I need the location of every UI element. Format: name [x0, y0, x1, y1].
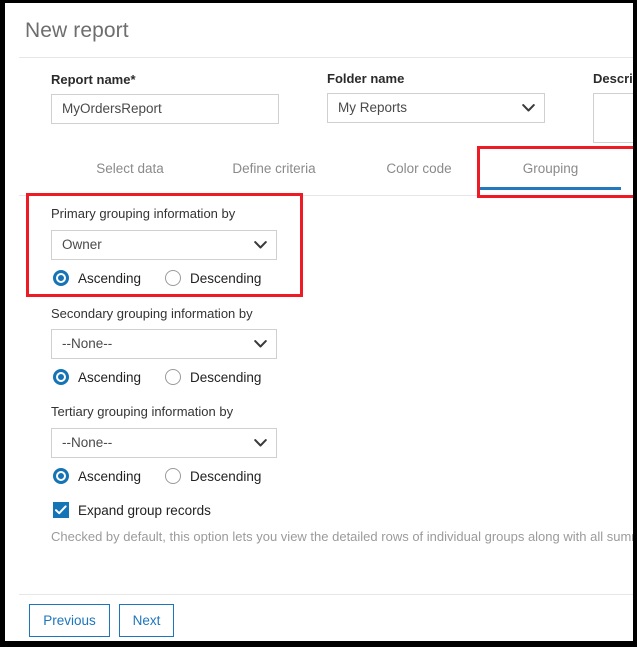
previous-button[interactable]: Previous [29, 604, 110, 637]
tertiary-descending-radio[interactable] [165, 468, 182, 484]
tertiary-ascending-label: Ascending [78, 468, 142, 484]
chevron-down-icon [522, 104, 535, 113]
folder-name-select-value: My Reports [338, 100, 408, 115]
folder-name-select[interactable]: My Reports [327, 93, 545, 123]
secondary-order-radio-group: Ascending Descending [53, 369, 285, 385]
footer-divider [19, 594, 633, 595]
secondary-descending-label: Descending [190, 369, 262, 385]
screenshot-frame: New report Report name* MyOrdersReport F… [0, 0, 637, 647]
description-field-group: Descri [593, 71, 633, 143]
tertiary-descending-label: Descending [190, 468, 262, 484]
report-name-input[interactable]: MyOrdersReport [51, 94, 279, 124]
next-button[interactable]: Next [119, 604, 174, 637]
check-icon [55, 505, 67, 515]
tertiary-grouping-select-value: --None-- [62, 435, 113, 450]
tab-grouping-label: Grouping [522, 161, 579, 176]
new-report-dialog: New report Report name* MyOrdersReport F… [5, 3, 633, 641]
expand-group-records-help-text: Checked by default, this option lets you… [51, 529, 633, 544]
tertiary-ascending-radio[interactable] [53, 468, 69, 484]
primary-ascending-label: Ascending [78, 270, 142, 286]
tabs-divider [19, 195, 633, 196]
expand-group-records-label: Expand group records [78, 502, 211, 518]
primary-grouping-label: Primary grouping information by [51, 206, 236, 221]
tertiary-grouping-select[interactable]: --None-- [51, 428, 277, 458]
folder-name-label: Folder name [327, 71, 405, 86]
chevron-down-icon [254, 340, 267, 349]
header-divider [19, 57, 633, 58]
secondary-ascending-radio[interactable] [53, 369, 69, 385]
report-name-field-group: Report name* MyOrdersReport [51, 72, 279, 124]
report-name-label: Report name* [51, 72, 136, 87]
expand-group-records-checkbox[interactable] [53, 502, 69, 518]
primary-grouping-select-value: Owner [62, 237, 102, 252]
tab-select-data-label: Select data [96, 161, 164, 176]
tertiary-order-radio-group: Ascending Descending [53, 468, 285, 484]
secondary-ascending-label: Ascending [78, 369, 142, 385]
folder-name-field-group: Folder name My Reports [327, 71, 545, 123]
tab-grouping-active-underline [480, 187, 621, 190]
chevron-down-icon [254, 241, 267, 250]
secondary-grouping-select[interactable]: --None-- [51, 329, 277, 359]
tab-grouping[interactable]: Grouping [468, 149, 633, 196]
chevron-down-icon [254, 439, 267, 448]
secondary-grouping-select-value: --None-- [62, 336, 113, 351]
primary-grouping-select[interactable]: Owner [51, 230, 277, 260]
secondary-grouping-label: Secondary grouping information by [51, 306, 253, 321]
primary-order-radio-group: Ascending Descending [53, 270, 285, 286]
page-title: New report [25, 19, 129, 42]
secondary-descending-radio[interactable] [165, 369, 182, 385]
tab-color-code-label: Color code [386, 161, 452, 176]
primary-ascending-radio[interactable] [53, 270, 69, 286]
description-input[interactable] [593, 93, 633, 143]
tertiary-grouping-label: Tertiary grouping information by [51, 404, 234, 419]
primary-descending-radio[interactable] [165, 270, 182, 286]
wizard-tabs: Select data Define criteria Color code G… [19, 149, 633, 196]
expand-group-records-row: Expand group records [53, 502, 211, 518]
description-label: Descri [593, 71, 633, 86]
primary-descending-label: Descending [190, 270, 262, 286]
tab-define-criteria-label: Define criteria [232, 161, 316, 176]
